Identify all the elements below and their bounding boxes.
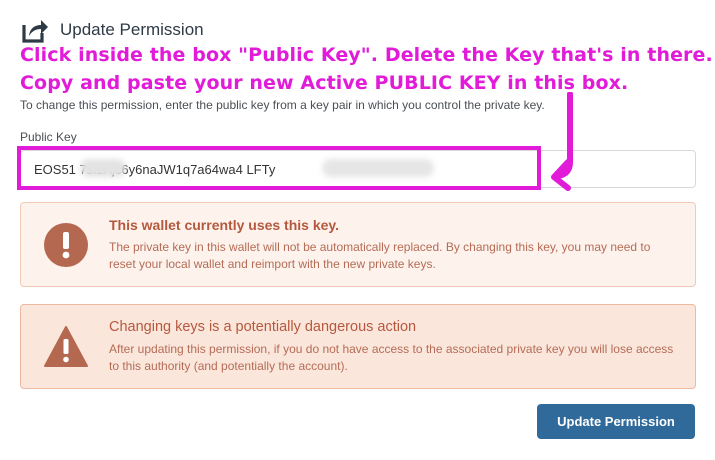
- share-arrow-icon: [22, 20, 48, 43]
- permission-description: To change this permission, enter the pub…: [20, 98, 545, 112]
- wallet-key-alert: This wallet currently uses this key. The…: [20, 202, 696, 287]
- alert-title: Changing keys is a potentially dangerous…: [109, 319, 417, 335]
- page-header: Update Permission: [20, 12, 204, 48]
- public-key-label: Public Key: [20, 130, 77, 144]
- warning-triangle-icon: [44, 326, 88, 367]
- instruction-annotation-line-2: Copy and paste your new Active PUBLIC KE…: [20, 72, 629, 94]
- alert-title: This wallet currently uses this key.: [109, 217, 340, 233]
- redaction-blur: [322, 159, 434, 177]
- public-key-value[interactable]: EOS51 7sfzAjc6y6naJW1q7a64wa4 LFTy: [34, 162, 275, 177]
- exclamation-circle-icon: [44, 223, 88, 267]
- alert-body: The private key in this wallet will not …: [109, 240, 651, 271]
- page-title: Update Permission: [60, 20, 204, 39]
- instruction-annotation-line-1: Click inside the box "Public Key". Delet…: [20, 44, 713, 66]
- redaction-blur: [80, 159, 126, 177]
- update-permission-button[interactable]: Update Permission: [537, 404, 695, 439]
- dangerous-action-alert: Changing keys is a potentially dangerous…: [20, 304, 696, 389]
- alert-body: After updating this permission, if you d…: [109, 342, 674, 373]
